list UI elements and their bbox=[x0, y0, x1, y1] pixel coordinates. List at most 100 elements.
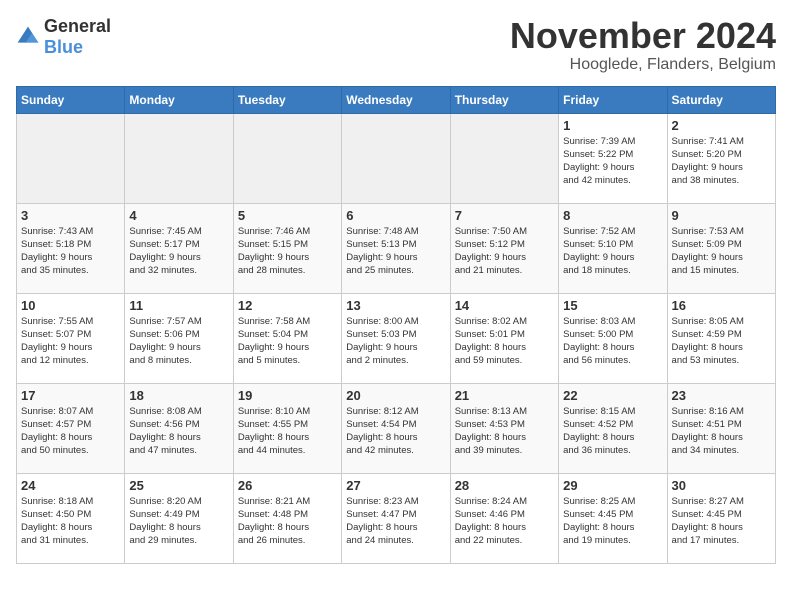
day-number: 6 bbox=[346, 208, 445, 223]
day-number: 1 bbox=[563, 118, 662, 133]
day-info: Sunrise: 7:52 AM Sunset: 5:10 PM Dayligh… bbox=[563, 225, 662, 278]
calendar-cell: 6 Sunrise: 7:48 AM Sunset: 5:13 PM Daylig… bbox=[342, 203, 450, 293]
day-info: Sunrise: 7:55 AM Sunset: 5:07 PM Dayligh… bbox=[21, 315, 120, 368]
day-info: Sunrise: 8:12 AM Sunset: 4:54 PM Dayligh… bbox=[346, 405, 445, 458]
day-info: Sunrise: 8:23 AM Sunset: 4:47 PM Dayligh… bbox=[346, 495, 445, 548]
calendar-cell: 19 Sunrise: 8:10 AM Sunset: 4:55 PM Dayli… bbox=[233, 383, 341, 473]
column-header-tuesday: Tuesday bbox=[233, 86, 341, 113]
day-info: Sunrise: 7:57 AM Sunset: 5:06 PM Dayligh… bbox=[129, 315, 228, 368]
day-number: 15 bbox=[563, 298, 662, 313]
calendar-cell: 21 Sunrise: 8:13 AM Sunset: 4:53 PM Dayli… bbox=[450, 383, 558, 473]
calendar-cell: 26 Sunrise: 8:21 AM Sunset: 4:48 PM Dayli… bbox=[233, 473, 341, 563]
calendar-cell: 17 Sunrise: 8:07 AM Sunset: 4:57 PM Dayli… bbox=[17, 383, 125, 473]
day-info: Sunrise: 8:16 AM Sunset: 4:51 PM Dayligh… bbox=[672, 405, 771, 458]
day-info: Sunrise: 7:41 AM Sunset: 5:20 PM Dayligh… bbox=[672, 135, 771, 188]
week-row-4: 17 Sunrise: 8:07 AM Sunset: 4:57 PM Dayli… bbox=[17, 383, 776, 473]
day-info: Sunrise: 7:45 AM Sunset: 5:17 PM Dayligh… bbox=[129, 225, 228, 278]
day-number: 18 bbox=[129, 388, 228, 403]
day-number: 30 bbox=[672, 478, 771, 493]
calendar-cell: 28Sunrise: 8:24 AM Sunset: 4:46 PM Dayli… bbox=[450, 473, 558, 563]
day-number: 19 bbox=[238, 388, 337, 403]
column-header-thursday: Thursday bbox=[450, 86, 558, 113]
day-number: 8 bbox=[563, 208, 662, 223]
day-number: 12 bbox=[238, 298, 337, 313]
day-number: 5 bbox=[238, 208, 337, 223]
calendar-cell: 8 Sunrise: 7:52 AM Sunset: 5:10 PM Daylig… bbox=[559, 203, 667, 293]
day-info: Sunrise: 7:53 AM Sunset: 5:09 PM Dayligh… bbox=[672, 225, 771, 278]
location-title: Hooglede, Flanders, Belgium bbox=[510, 56, 776, 74]
calendar-cell bbox=[233, 113, 341, 203]
day-number: 26 bbox=[238, 478, 337, 493]
calendar-cell bbox=[450, 113, 558, 203]
calendar-cell: 16 Sunrise: 8:05 AM Sunset: 4:59 PM Dayli… bbox=[667, 293, 775, 383]
day-info: Sunrise: 7:43 AM Sunset: 5:18 PM Dayligh… bbox=[21, 225, 120, 278]
calendar-cell bbox=[125, 113, 233, 203]
day-info: Sunrise: 8:08 AM Sunset: 4:56 PM Dayligh… bbox=[129, 405, 228, 458]
day-info: Sunrise: 8:27 AM Sunset: 4:45 PM Dayligh… bbox=[672, 495, 771, 548]
day-info: Sunrise: 8:20 AM Sunset: 4:49 PM Dayligh… bbox=[129, 495, 228, 548]
day-info: Sunrise: 7:48 AM Sunset: 5:13 PM Dayligh… bbox=[346, 225, 445, 278]
calendar-cell: 13Sunrise: 8:00 AM Sunset: 5:03 PM Dayli… bbox=[342, 293, 450, 383]
day-info: Sunrise: 8:07 AM Sunset: 4:57 PM Dayligh… bbox=[21, 405, 120, 458]
column-header-friday: Friday bbox=[559, 86, 667, 113]
week-row-5: 24 Sunrise: 8:18 AM Sunset: 4:50 PM Dayli… bbox=[17, 473, 776, 563]
calendar-cell: 3Sunrise: 7:43 AM Sunset: 5:18 PM Daylig… bbox=[17, 203, 125, 293]
logo: General Blue bbox=[16, 16, 111, 58]
day-number: 25 bbox=[129, 478, 228, 493]
month-title: November 2024 bbox=[510, 16, 776, 56]
day-number: 2 bbox=[672, 118, 771, 133]
calendar-cell: 12Sunrise: 7:58 AM Sunset: 5:04 PM Dayli… bbox=[233, 293, 341, 383]
calendar-cell: 25 Sunrise: 8:20 AM Sunset: 4:49 PM Dayli… bbox=[125, 473, 233, 563]
day-info: Sunrise: 8:05 AM Sunset: 4:59 PM Dayligh… bbox=[672, 315, 771, 368]
day-number: 29 bbox=[563, 478, 662, 493]
calendar-cell bbox=[342, 113, 450, 203]
day-info: Sunrise: 7:50 AM Sunset: 5:12 PM Dayligh… bbox=[455, 225, 554, 278]
calendar-cell: 27 Sunrise: 8:23 AM Sunset: 4:47 PM Dayli… bbox=[342, 473, 450, 563]
day-number: 28 bbox=[455, 478, 554, 493]
day-number: 14 bbox=[455, 298, 554, 313]
day-number: 20 bbox=[346, 388, 445, 403]
week-row-2: 3Sunrise: 7:43 AM Sunset: 5:18 PM Daylig… bbox=[17, 203, 776, 293]
day-number: 7 bbox=[455, 208, 554, 223]
day-number: 13 bbox=[346, 298, 445, 313]
day-info: Sunrise: 8:18 AM Sunset: 4:50 PM Dayligh… bbox=[21, 495, 120, 548]
calendar-body: 1 Sunrise: 7:39 AM Sunset: 5:22 PM Daylig… bbox=[17, 113, 776, 563]
day-number: 24 bbox=[21, 478, 120, 493]
day-info: Sunrise: 8:02 AM Sunset: 5:01 PM Dayligh… bbox=[455, 315, 554, 368]
calendar-header-row: SundayMondayTuesdayWednesdayThursdayFrid… bbox=[17, 86, 776, 113]
calendar-cell: 5 Sunrise: 7:46 AM Sunset: 5:15 PM Daylig… bbox=[233, 203, 341, 293]
day-number: 27 bbox=[346, 478, 445, 493]
day-info: Sunrise: 7:39 AM Sunset: 5:22 PM Dayligh… bbox=[563, 135, 662, 188]
day-number: 4 bbox=[129, 208, 228, 223]
calendar-cell: 22 Sunrise: 8:15 AM Sunset: 4:52 PM Dayli… bbox=[559, 383, 667, 473]
day-info: Sunrise: 8:13 AM Sunset: 4:53 PM Dayligh… bbox=[455, 405, 554, 458]
calendar-cell: 20 Sunrise: 8:12 AM Sunset: 4:54 PM Dayli… bbox=[342, 383, 450, 473]
day-number: 22 bbox=[563, 388, 662, 403]
column-header-wednesday: Wednesday bbox=[342, 86, 450, 113]
calendar-cell: 1 Sunrise: 7:39 AM Sunset: 5:22 PM Daylig… bbox=[559, 113, 667, 203]
calendar-cell: 14 Sunrise: 8:02 AM Sunset: 5:01 PM Dayli… bbox=[450, 293, 558, 383]
logo-text: General Blue bbox=[44, 16, 111, 58]
calendar-cell: 30 Sunrise: 8:27 AM Sunset: 4:45 PM Dayli… bbox=[667, 473, 775, 563]
day-info: Sunrise: 8:15 AM Sunset: 4:52 PM Dayligh… bbox=[563, 405, 662, 458]
week-row-3: 10 Sunrise: 7:55 AM Sunset: 5:07 PM Dayli… bbox=[17, 293, 776, 383]
day-number: 10 bbox=[21, 298, 120, 313]
calendar-cell: 29Sunrise: 8:25 AM Sunset: 4:45 PM Dayli… bbox=[559, 473, 667, 563]
calendar-cell: 10 Sunrise: 7:55 AM Sunset: 5:07 PM Dayli… bbox=[17, 293, 125, 383]
title-area: November 2024 Hooglede, Flanders, Belgiu… bbox=[510, 16, 776, 74]
logo-icon bbox=[16, 25, 40, 49]
calendar-cell: 18 Sunrise: 8:08 AM Sunset: 4:56 PM Dayli… bbox=[125, 383, 233, 473]
day-number: 17 bbox=[21, 388, 120, 403]
day-info: Sunrise: 8:21 AM Sunset: 4:48 PM Dayligh… bbox=[238, 495, 337, 548]
day-number: 9 bbox=[672, 208, 771, 223]
day-info: Sunrise: 8:10 AM Sunset: 4:55 PM Dayligh… bbox=[238, 405, 337, 458]
day-info: Sunrise: 8:03 AM Sunset: 5:00 PM Dayligh… bbox=[563, 315, 662, 368]
calendar-cell: 7 Sunrise: 7:50 AM Sunset: 5:12 PM Daylig… bbox=[450, 203, 558, 293]
column-header-sunday: Sunday bbox=[17, 86, 125, 113]
day-info: Sunrise: 7:46 AM Sunset: 5:15 PM Dayligh… bbox=[238, 225, 337, 278]
calendar-cell bbox=[17, 113, 125, 203]
day-number: 21 bbox=[455, 388, 554, 403]
logo-blue: Blue bbox=[44, 37, 83, 57]
day-number: 16 bbox=[672, 298, 771, 313]
calendar-cell: 9 Sunrise: 7:53 AM Sunset: 5:09 PM Daylig… bbox=[667, 203, 775, 293]
